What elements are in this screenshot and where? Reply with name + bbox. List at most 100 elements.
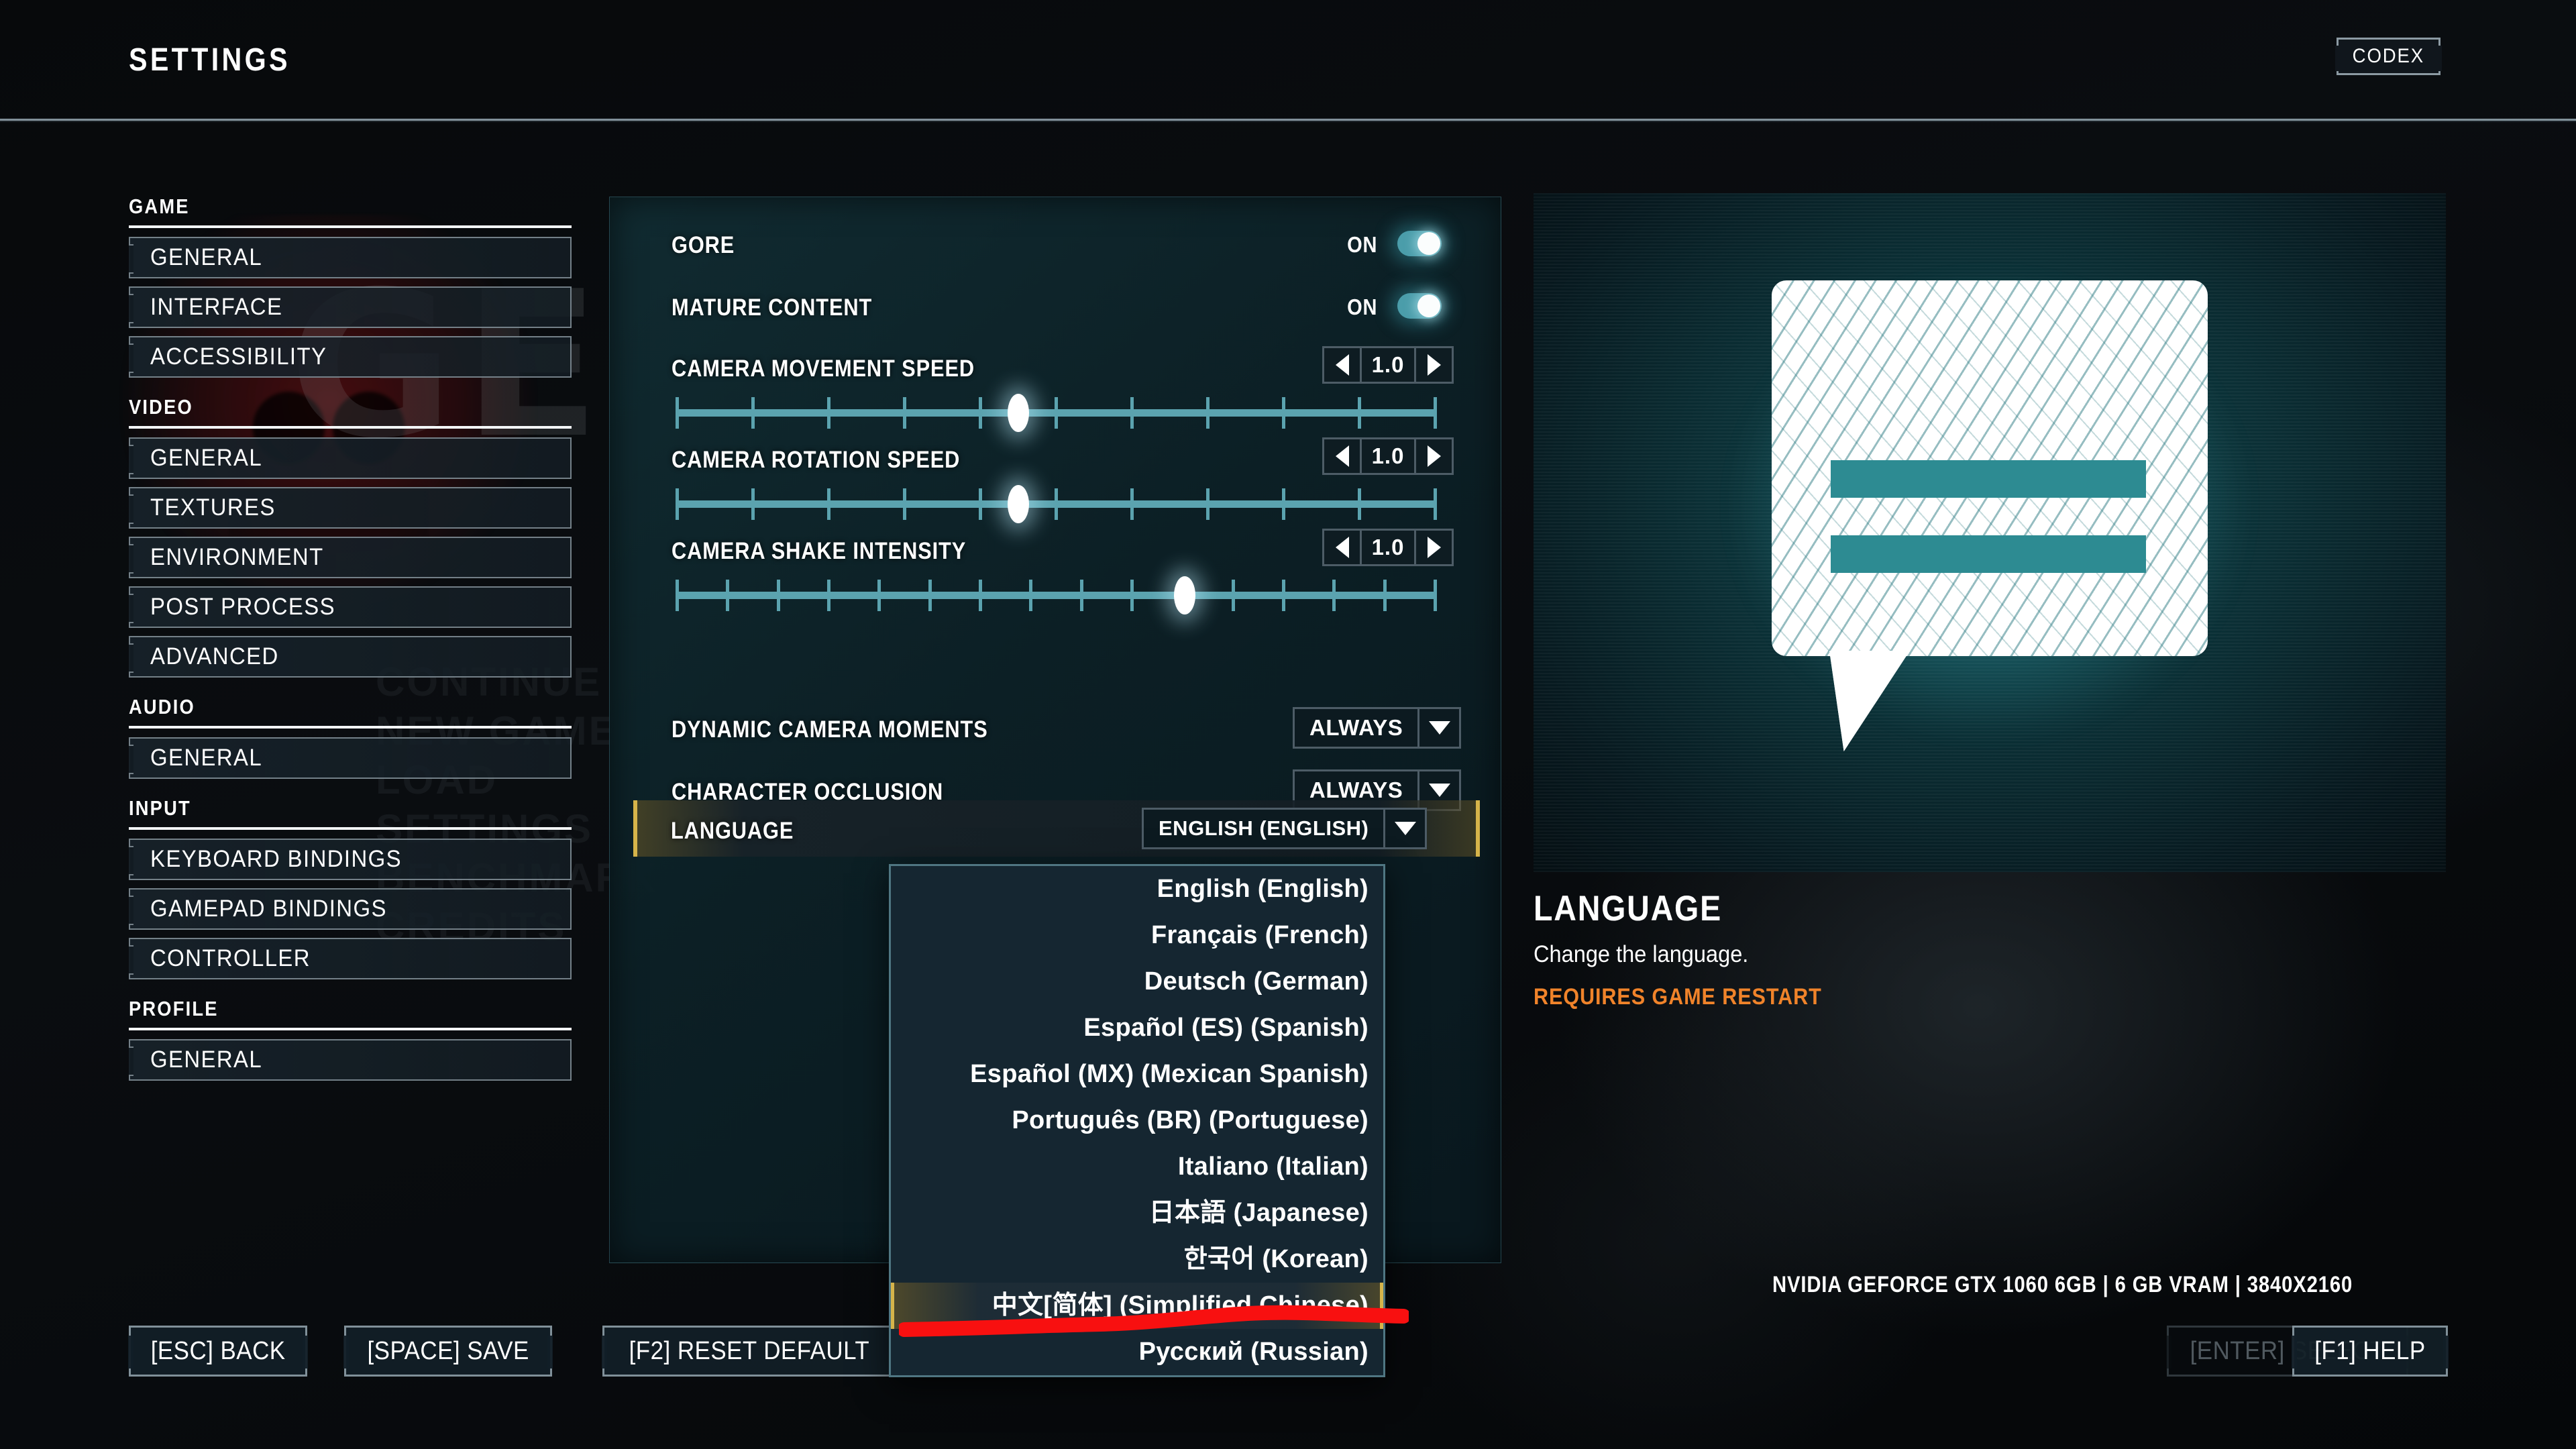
dynamic-camera-moments-value: ALWAYS (1295, 709, 1418, 747)
slider-tick (1358, 397, 1361, 429)
slider-tick (776, 580, 780, 611)
sidebar-item-game-general[interactable]: GENERAL (129, 237, 572, 278)
gore-label: GORE (672, 232, 735, 258)
sidebar-item-game-interface[interactable]: INTERFACE (129, 286, 572, 328)
sidebar-group-divider (129, 827, 572, 830)
language-option[interactable]: Français (French) (891, 912, 1383, 959)
sidebar-item-video-environment[interactable]: ENVIRONMENT (129, 537, 572, 578)
slider-tick (1130, 580, 1134, 611)
camera-rotation-speed-label: CAMERA ROTATION SPEED (672, 447, 961, 473)
camera-rotation-speed-slider[interactable] (676, 485, 1437, 523)
speech-bubble-icon (1772, 280, 2208, 752)
info-panel-title: LANGUAGE (1534, 889, 1722, 928)
sidebar-item-video-textures[interactable]: TEXTURES (129, 487, 572, 529)
slider-tick (1282, 580, 1285, 611)
sidebar-item-label: GENERAL (150, 1046, 263, 1073)
speech-bubble-line-1 (1831, 460, 2146, 498)
sidebar-group-divider (129, 1028, 572, 1030)
info-panel-description: Change the language. (1534, 941, 1749, 967)
mature-content-toggle[interactable] (1397, 293, 1442, 319)
sidebar-item-audio-general[interactable]: GENERAL (129, 737, 572, 779)
camera-shake-intensity-increase-button[interactable] (1414, 531, 1452, 564)
info-panel-warning: REQUIRES GAME RESTART (1534, 984, 1822, 1010)
slider-tick (1434, 580, 1437, 611)
sidebar-item-label: TEXTURES (150, 494, 276, 521)
slider-tick (676, 397, 679, 429)
sidebar-item-notch (129, 643, 133, 673)
slider-tick (979, 488, 982, 520)
save-button[interactable]: [SPACE] SAVE (343, 1326, 553, 1377)
slider-track (677, 592, 1435, 599)
setting-row-language[interactable]: LANGUAGE ENGLISH (ENGLISH) (633, 800, 1480, 857)
language-option[interactable]: Русский (Russian) (891, 1329, 1383, 1375)
camera-movement-speed-increase-button[interactable] (1414, 348, 1452, 382)
camera-shake-intensity-spinner[interactable]: 1.0 (1322, 529, 1454, 566)
slider-tick (1282, 488, 1285, 520)
slider-tick (1055, 488, 1058, 520)
slider-tick (1206, 488, 1210, 520)
sidebar-item-input-keyboard-bindings[interactable]: KEYBOARD BINDINGS (129, 839, 572, 880)
chevron-left-icon (1335, 445, 1349, 467)
mature-content-toggle-knob (1417, 294, 1440, 317)
camera-rotation-speed-spinner[interactable]: 1.0 (1322, 437, 1454, 475)
sidebar-item-input-gamepad-bindings[interactable]: GAMEPAD BINDINGS (129, 888, 572, 930)
sidebar-item-game-accessibility[interactable]: ACCESSIBILITY (129, 336, 572, 378)
camera-movement-speed-slider[interactable] (676, 394, 1437, 432)
language-option[interactable]: Español (ES) (Spanish) (891, 1005, 1383, 1051)
camera-movement-speed-decrease-button[interactable] (1324, 348, 1362, 382)
camera-shake-intensity-slider[interactable] (676, 576, 1437, 614)
camera-movement-speed-label: CAMERA MOVEMENT SPEED (672, 356, 975, 382)
camera-movement-speed-spinner[interactable]: 1.0 (1322, 346, 1454, 384)
codex-button[interactable]: CODEX (2335, 38, 2442, 75)
camera-rotation-speed-decrease-button[interactable] (1324, 439, 1362, 473)
language-dropdown-control[interactable]: ENGLISH (ENGLISH) (1142, 808, 1428, 849)
sidebar-item-video-general[interactable]: GENERAL (129, 437, 572, 479)
settings-sidebar: GAME GENERAL INTERFACE ACCESSIBILITY VIDEO GE… (129, 195, 572, 1098)
sidebar-item-video-post-process[interactable]: POST PROCESS (129, 586, 572, 628)
help-button[interactable]: [F1] HELP (2292, 1326, 2449, 1377)
sidebar-group-title: AUDIO (129, 695, 195, 718)
sidebar-group-video: VIDEO GENERAL TEXTURES ENVIRONMENT POST PROC… (129, 395, 572, 678)
camera-rotation-speed-value: 1.0 (1362, 439, 1414, 473)
header-bar: SETTINGS CODEX (0, 0, 2576, 122)
slider-knob[interactable] (1174, 576, 1196, 614)
sidebar-item-label: ADVANCED (150, 643, 279, 669)
sidebar-item-profile-general[interactable]: GENERAL (129, 1039, 572, 1081)
slider-tick (1282, 397, 1285, 429)
sidebar-item-label: KEYBOARD BINDINGS (150, 846, 402, 872)
slider-knob[interactable] (1007, 394, 1029, 432)
language-option[interactable]: Italiano (Italian) (891, 1144, 1383, 1190)
slider-tick (1029, 580, 1033, 611)
sidebar-item-notch (129, 846, 133, 875)
language-option[interactable]: English (English) (891, 866, 1383, 912)
language-option[interactable]: 日本語 (Japanese) (891, 1190, 1383, 1236)
language-expand-button[interactable] (1383, 810, 1426, 847)
preview-image (1534, 193, 2446, 872)
camera-rotation-speed-increase-button[interactable] (1414, 439, 1452, 473)
back-button[interactable]: [ESC] BACK (128, 1326, 308, 1377)
slider-tick (827, 488, 830, 520)
language-option[interactable]: Español (MX) (Mexican Spanish) (891, 1051, 1383, 1097)
camera-shake-intensity-decrease-button[interactable] (1324, 531, 1362, 564)
sidebar-group-divider (129, 225, 572, 228)
language-dropdown-list[interactable]: English (English) Français (French) Deutsc… (889, 864, 1385, 1377)
slider-knob[interactable] (1007, 485, 1029, 523)
gore-state-label: ON (1347, 232, 1378, 257)
slider-tick (676, 580, 679, 611)
language-option[interactable]: Português (BR) (Portuguese) (891, 1097, 1383, 1144)
slider-tick (1358, 488, 1361, 520)
slider-tick (928, 580, 932, 611)
dynamic-camera-moments-dropdown[interactable]: ALWAYS (1293, 707, 1462, 749)
language-option[interactable]: Deutsch (German) (891, 959, 1383, 1005)
reset-default-button[interactable]: [F2] RESET DEFAULT (602, 1326, 897, 1377)
language-option[interactable]: 한국어 (Korean) (891, 1236, 1383, 1283)
sidebar-group-input: INPUT KEYBOARD BINDINGS GAMEPAD BINDINGS CO… (129, 796, 572, 979)
chevron-down-icon (1394, 822, 1416, 835)
gore-toggle[interactable] (1397, 231, 1442, 256)
sidebar-group-title: INPUT (129, 796, 191, 820)
slider-tick (751, 488, 755, 520)
dynamic-camera-moments-expand-button[interactable] (1417, 709, 1460, 747)
sidebar-item-video-advanced[interactable]: ADVANCED (129, 636, 572, 678)
language-option-selected[interactable]: 中文[简体] (Simplified Chinese) (891, 1283, 1383, 1329)
sidebar-item-input-controller[interactable]: CONTROLLER (129, 938, 572, 979)
